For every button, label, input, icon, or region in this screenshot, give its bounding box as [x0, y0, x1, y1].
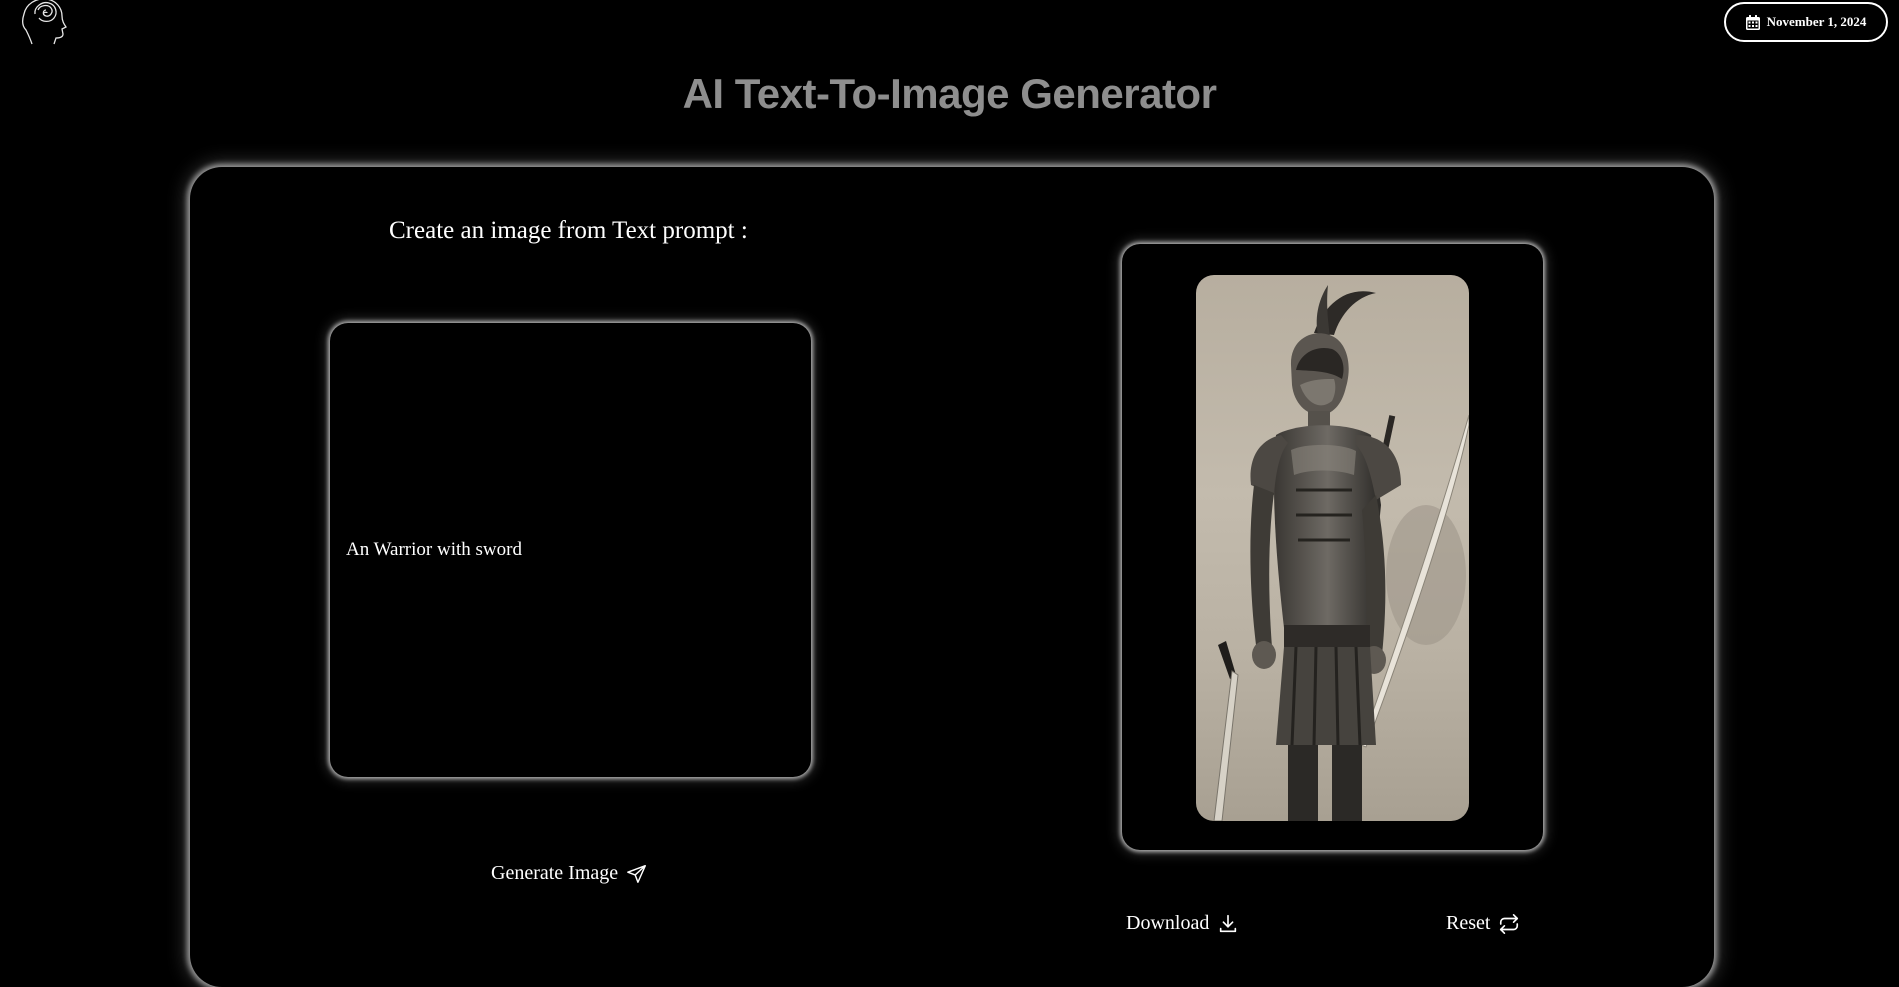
- date-badge: November 1, 2024: [1724, 2, 1888, 42]
- prompt-input-value: An Warrior with sword: [346, 539, 522, 560]
- head-logo-icon[interactable]: [18, 0, 72, 46]
- date-text: November 1, 2024: [1766, 14, 1867, 29]
- page-title: AI Text-To-Image Generator: [682, 70, 1217, 117]
- download-label: Download: [1126, 912, 1210, 934]
- refresh-icon: [1500, 913, 1519, 934]
- generated-image: [1196, 275, 1469, 821]
- prompt-heading: Create an image from Text prompt :: [389, 217, 748, 244]
- generate-image-button[interactable]: Generate Image: [491, 862, 648, 885]
- prompt-input[interactable]: An Warrior with sword: [330, 323, 811, 777]
- calendar-icon: [1745, 14, 1760, 30]
- reset-button[interactable]: Reset: [1446, 912, 1520, 935]
- download-button[interactable]: Download: [1126, 912, 1239, 935]
- reset-label: Reset: [1446, 912, 1491, 934]
- download-icon: [1220, 914, 1237, 932]
- generate-image-label: Generate Image: [491, 862, 619, 884]
- send-icon: [627, 864, 647, 883]
